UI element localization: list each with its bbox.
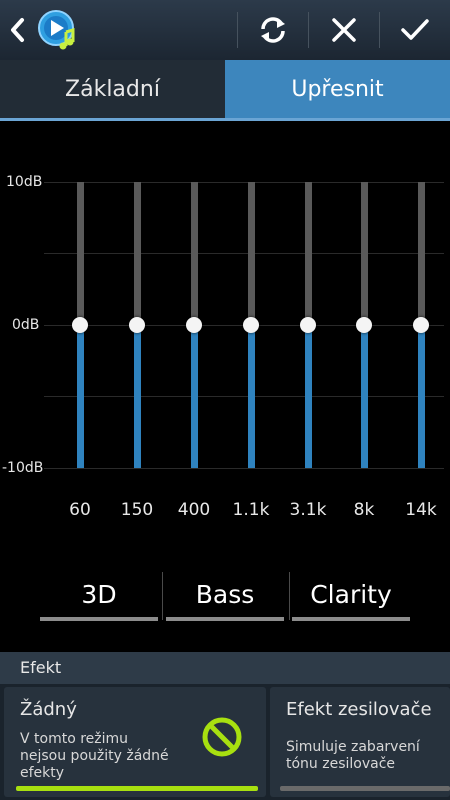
effect-3d-button[interactable]: 3D [40,563,158,625]
eq-slider-knob[interactable] [129,317,145,333]
reset-button[interactable] [238,0,308,60]
gridline [44,396,444,397]
divider [289,572,290,620]
back-button[interactable] [6,14,28,46]
efekt-title: Efekt [20,658,62,677]
no-entry-icon [202,717,242,757]
card-desc-line: efekty [20,765,65,781]
eq-track[interactable] [133,182,141,325]
tab-basic[interactable]: Základní [0,60,225,118]
music-player-icon [38,10,75,50]
effect-card-none[interactable]: Žádný V tomto režimu nejsou použity žádn… [4,687,266,797]
eq-track[interactable] [247,182,255,325]
card-title: Efekt zesilovače [286,699,432,720]
effect-card-amplifier[interactable]: Efekt zesilovače Simuluje zabarvení tónu… [270,687,450,797]
efekt-header [0,652,450,684]
eq-fill [417,325,425,468]
effect-3d-underline [40,617,158,621]
db-label-mid: 0dB [12,317,40,333]
close-icon [332,18,356,42]
divider [162,572,163,620]
confirm-button[interactable] [380,0,450,60]
eq-slider-knob[interactable] [243,317,259,333]
card-desc-line: nejsou použity žádné [20,748,169,764]
eq-fill [360,325,368,468]
card-title: Žádný [20,699,77,720]
action-bar [0,0,450,60]
eq-fill [133,325,141,468]
refresh-icon [261,17,285,43]
eq-frequency-label: 14k [405,500,437,520]
selected-marker [200,715,244,759]
card-desc-line: tónu zesilovače [286,756,396,772]
gridline [44,182,444,183]
eq-track[interactable] [417,182,425,325]
eq-frequency-label: 400 [177,500,211,520]
chevron-left-icon [11,18,24,42]
effect-bass-underline [166,617,284,621]
card-desc-line: V tomto režimu [20,731,129,747]
eq-track[interactable] [190,182,198,325]
eq-frequency-label: 8k [353,500,375,520]
card-description: V tomto režimu nejsou použity žádné efek… [20,731,169,782]
gridline [44,468,444,469]
eq-fill [190,325,198,468]
eq-frequency-label: 150 [120,500,154,520]
effect-bass-button[interactable]: Bass [166,563,284,625]
check-icon [401,19,429,40]
card-description: Simuluje zabarvení tónu zesilovače [286,739,420,773]
tab-advanced[interactable]: Upřesnit [225,60,450,118]
db-label-bottom: -10dB [2,460,44,476]
card-desc-line: Simuluje zabarvení [286,739,420,755]
eq-slider-knob[interactable] [186,317,202,333]
cancel-button[interactable] [309,0,379,60]
effect-clarity-button[interactable]: Clarity [292,563,410,625]
eq-fill [76,325,84,468]
eq-slider-knob[interactable] [300,317,316,333]
selected-underline [16,786,258,791]
tab-indicator [0,118,450,121]
gridline [44,253,444,254]
eq-slider-knob[interactable] [356,317,372,333]
eq-track[interactable] [304,182,312,325]
eq-fill [304,325,312,468]
tab-bar: Základní Upřesnit [0,60,450,121]
eq-fill [247,325,255,468]
unselected-underline [280,786,450,791]
eq-track[interactable] [360,182,368,325]
eq-frequency-label: 1.1k [232,500,270,520]
db-label-top: 10dB [6,174,43,190]
eq-frequency-label: 3.1k [289,500,327,520]
effect-clarity-underline [292,617,410,621]
eq-slider-knob[interactable] [72,317,88,333]
eq-frequency-label: 60 [69,500,91,520]
eq-track[interactable] [76,182,84,325]
app-icon[interactable] [36,8,80,52]
eq-slider-knob[interactable] [413,317,429,333]
